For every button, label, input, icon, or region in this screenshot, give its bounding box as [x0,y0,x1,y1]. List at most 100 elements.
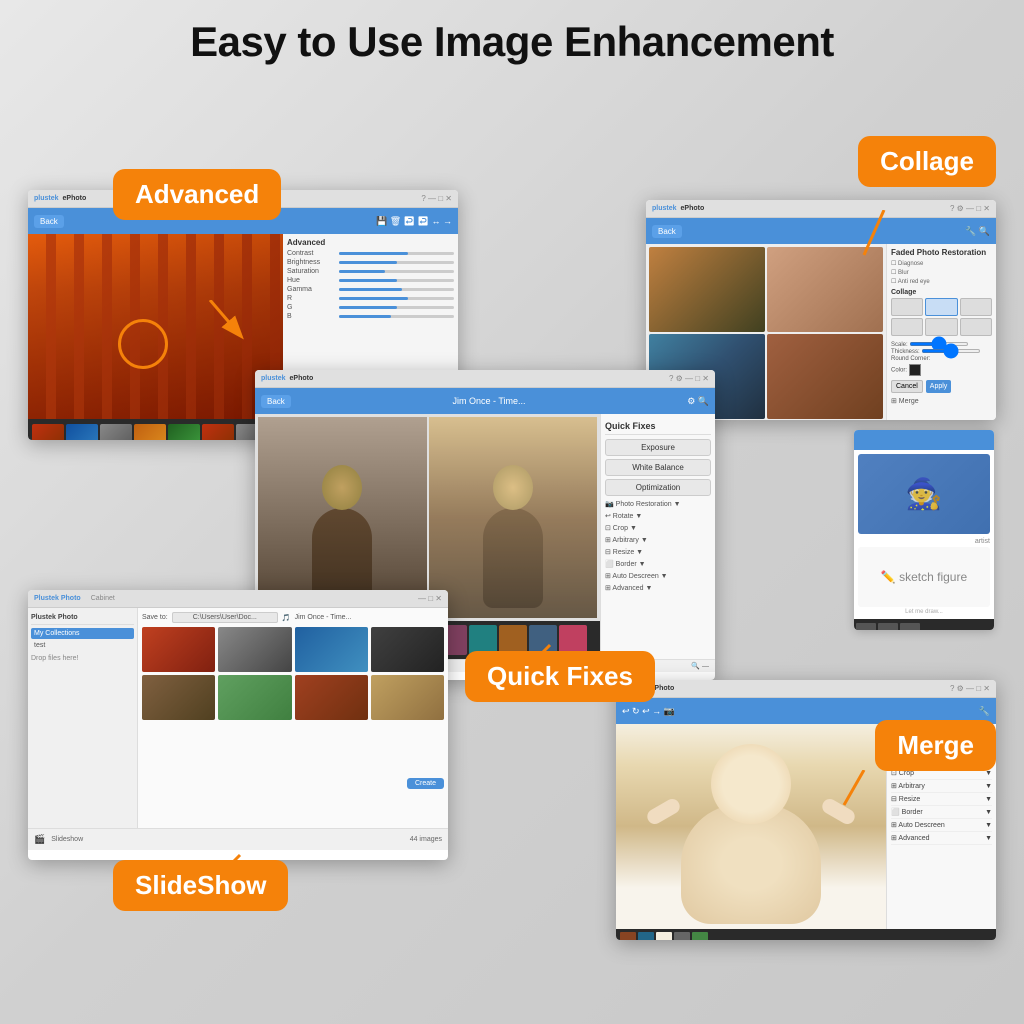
film-thumb [100,424,132,440]
grid-opt-1[interactable] [891,298,923,316]
music-icon: 🎵 [282,614,291,622]
advanced-label: Advanced [113,169,281,220]
collage-section-title: Collage [891,289,992,296]
back-button-advanced[interactable]: Back [34,215,64,228]
advanced-arrow [200,300,260,340]
merge-item-resize: ⊟ Resize▼ [891,793,992,806]
film-thumb [692,932,708,940]
slide-thumb-4[interactable] [371,627,444,672]
merge-label: ⊞ Merge [891,397,992,405]
win-controls-merge[interactable]: ? ⚙ — □ ✕ [950,684,990,693]
illus-header [854,430,994,450]
grid-opt-6[interactable] [960,318,992,336]
advanced-circle-highlight [118,319,168,369]
rotate-section: ↩ Rotate ▼ [605,512,711,520]
slideshow-statusbar: 🎬 Slideshow 44 images [28,828,448,850]
slideshow-count: 44 images [410,836,442,843]
cabinet-label: Cabinet [91,595,115,602]
merge-arrow [834,770,894,810]
slideshow-item-mycollections[interactable]: My Collections [31,628,134,639]
toolbar-icons-merge: ↩ ↻ ↩ → 📷 [622,706,675,717]
back-button-qf[interactable]: Back [261,395,291,408]
quickfix-titlebar: plustek ePhoto ? ⚙ — □ ✕ [255,370,715,388]
save-to-label: Save to: [142,614,168,621]
apply-button-collage[interactable]: Apply [926,380,952,393]
back-button-collage[interactable]: Back [652,225,682,238]
grid-opt-5[interactable] [925,318,957,336]
illus-filmstrip [854,619,994,630]
slideshow-item-test[interactable]: test [31,640,134,651]
slideshow-drop-hint: Drop files here! [31,655,134,662]
slide-thumb-3[interactable] [295,627,368,672]
collage-label: Collage [858,136,996,187]
film-thumb [66,424,98,440]
collage-toolbar: Back 🔧 🔍 [646,218,996,244]
slide-thumb-7[interactable] [295,675,368,720]
win-controls-advanced[interactable]: ? — □ ✕ [421,194,452,203]
illus-bottom-image: ✏️ sketch figure [858,547,990,607]
grid-opt-4[interactable] [891,318,923,336]
app-name-qf: ePhoto [290,375,314,382]
film-thumb [620,932,636,940]
merge-filmstrip [616,929,996,940]
film-thumb [134,424,166,440]
page-title: Easy to Use Image Enhancement [0,0,1024,76]
slideshow-label: Slideshow [51,836,83,843]
win-controls-collage[interactable]: ? ⚙ — □ ✕ [950,204,990,213]
thickness-slider[interactable] [921,349,981,353]
quickfixes-label: Quick Fixes [465,651,655,702]
collage-cell-portrait [767,334,883,419]
merge-item-arbitrary: ⊞ Arbitrary▼ [891,780,992,793]
film-thumb [656,932,672,940]
collage-grid-options [891,298,992,336]
resize-section: ⊟ Resize ▼ [605,548,711,556]
quickfix-panel: Quick Fixes Exposure White Balance Optim… [600,414,715,659]
slideshow-sidebar: Plustek Photo My Collections test Drop f… [28,608,138,828]
illus-thumb [878,623,898,631]
slider-label-b: B [287,313,337,320]
slider-label-contrast: Contrast [287,250,337,257]
win-controls-qf[interactable]: ? ⚙ — □ ✕ [669,374,709,383]
slider-label-gamma: Gamma [287,286,337,293]
whitebalance-button[interactable]: White Balance [605,459,711,476]
before-photo [258,417,427,618]
merge-window: plustek ePhoto ? ⚙ — □ ✕ ↩ ↻ ↩ → 📷 🔧 Qui… [616,680,996,940]
film-thumb [674,932,690,940]
collage-titlebar: plustek ePhoto ? ⚙ — □ ✕ [646,200,996,218]
cancel-button-collage[interactable]: Cancel [891,380,923,393]
slide-thumb-5[interactable] [142,675,215,720]
merge-label: Merge [875,720,996,771]
quickfix-panel-title: Quick Fixes [605,418,711,435]
film-thumb [168,424,200,440]
slideshow-icon: 🎬 [34,834,45,845]
slide-thumb-6[interactable] [218,675,291,720]
illus-thumb [856,623,876,631]
illus-meta: Let me draw... [858,609,990,615]
optimization-button[interactable]: Optimization [605,479,711,496]
win-controls-ss[interactable]: — □ ✕ [418,594,442,603]
create-slideshow-button[interactable]: Create [407,778,444,789]
slideshow-content: Save to: C:\Users\User\Doc... 🎵 Jim Once… [138,608,448,828]
grid-opt-2[interactable] [925,298,957,316]
slide-thumb-1[interactable] [142,627,215,672]
arbitrary-section: ⊞ Arbitrary ▼ [605,536,711,544]
after-photo [429,417,598,618]
illus-sketch: ✏️ sketch figure [881,570,967,584]
slide-thumb-2[interactable] [218,627,291,672]
toolbar-icons-advanced: 💾 🗑 ↩ ↩ ↔ → [376,216,452,227]
crop-section: ⊡ Crop ▼ [605,524,711,532]
slideshow-section-photocollections: Plustek Photo [31,611,134,625]
film-thumb [32,424,64,440]
illus-thumb [900,623,920,631]
collage-arrow [854,210,904,260]
slideshow-window: Plustek Photo Cabinet — □ ✕ Plustek Phot… [28,590,448,860]
slideshow-titlebar: Plustek Photo Cabinet — □ ✕ [28,590,448,608]
slide-thumb-8[interactable] [371,675,444,720]
grid-opt-3[interactable] [960,298,992,316]
music-label: Jim Once - Time... [295,396,683,406]
photo-restoration-section: 📷 Photo Restoration ▼ [605,500,711,508]
exposure-button[interactable]: Exposure [605,439,711,456]
save-path: C:\Users\User\Doc... [172,612,278,623]
slider-label-brightness: Brightness [287,259,337,266]
app-name-advanced: ePhoto [63,195,87,202]
